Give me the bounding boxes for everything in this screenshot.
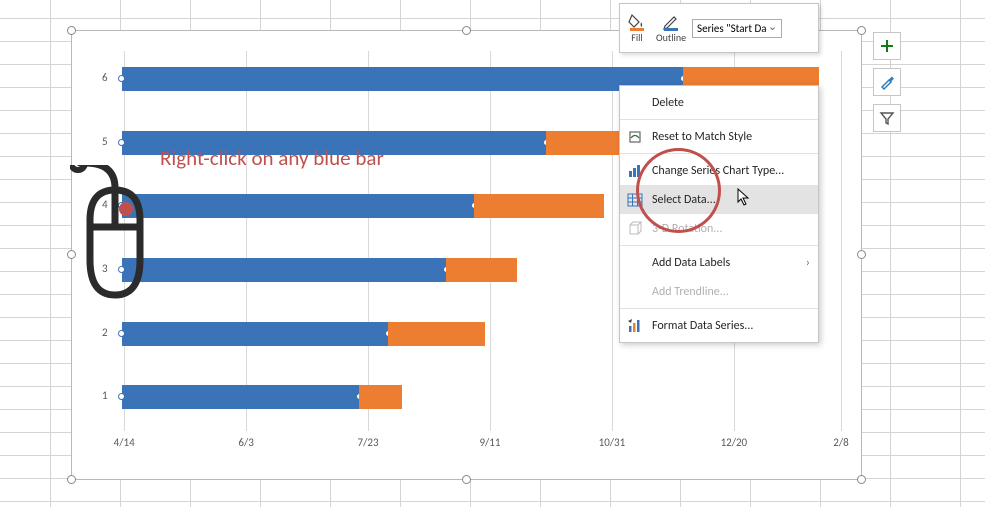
series-select-dot bbox=[118, 75, 125, 82]
chart-elements-button[interactable] bbox=[873, 32, 901, 60]
series-start-date-bar[interactable] bbox=[122, 322, 388, 346]
menu-separator bbox=[620, 153, 818, 154]
menu-label: Reset to Match Style bbox=[652, 130, 752, 144]
chart-handle[interactable] bbox=[462, 475, 471, 484]
plus-icon bbox=[879, 38, 895, 54]
chart-handle[interactable] bbox=[462, 26, 471, 35]
mouse-right-click-icon bbox=[70, 165, 160, 305]
x-tick: 9/11 bbox=[479, 436, 500, 449]
series-duration-bar[interactable] bbox=[359, 385, 402, 409]
gridline bbox=[246, 51, 247, 431]
context-menu: Delete Reset to Match Style Change Serie… bbox=[619, 85, 819, 343]
menu-label: Change Series Chart Type... bbox=[652, 164, 784, 178]
menu-add-data-labels[interactable]: Add Data Labels › bbox=[620, 248, 818, 277]
x-tick: 7/23 bbox=[358, 436, 379, 449]
menu-format-data-series[interactable]: Format Data Series... bbox=[620, 311, 818, 340]
menu-add-trendline: Add Trendline... bbox=[620, 277, 818, 306]
series-select-dot bbox=[118, 330, 125, 337]
chart-handle[interactable] bbox=[67, 26, 76, 35]
menu-label: Format Data Series... bbox=[652, 319, 753, 333]
series-start-date-bar[interactable] bbox=[122, 194, 474, 218]
gridline bbox=[841, 51, 842, 431]
y-tick: 1 bbox=[102, 389, 108, 402]
select-data-icon bbox=[626, 191, 644, 209]
y-tick: 2 bbox=[102, 326, 108, 339]
instruction-annotation: Right-click on any blue bar bbox=[160, 145, 384, 171]
series-start-date-bar[interactable] bbox=[122, 67, 683, 91]
mini-toolbar: Fill Outline Series "Start Da bbox=[619, 3, 819, 53]
chart-styles-button[interactable] bbox=[873, 68, 901, 96]
menu-delete[interactable]: Delete bbox=[620, 88, 818, 117]
series-selector-dropdown[interactable]: Series "Start Da bbox=[692, 19, 782, 38]
chart-filters-button[interactable] bbox=[873, 104, 901, 132]
chart-type-icon bbox=[626, 162, 644, 180]
menu-label: 3-D Rotation... bbox=[652, 222, 722, 236]
outline-label: Outline bbox=[656, 31, 686, 44]
funnel-icon bbox=[879, 110, 895, 126]
rotation-3d-icon bbox=[626, 220, 644, 238]
fill-button[interactable]: Fill bbox=[624, 11, 650, 46]
menu-label: Add Trendline... bbox=[652, 285, 729, 299]
blank-icon bbox=[626, 283, 644, 301]
menu-reset-style[interactable]: Reset to Match Style bbox=[620, 122, 818, 151]
y-tick: 5 bbox=[102, 135, 108, 148]
series-select-dot bbox=[118, 139, 125, 146]
fill-label: Fill bbox=[631, 31, 642, 44]
series-duration-bar[interactable] bbox=[388, 322, 485, 346]
x-tick: 2/8 bbox=[833, 436, 848, 449]
gridline bbox=[612, 51, 613, 431]
chart-handle[interactable] bbox=[67, 475, 76, 484]
bar-row: 1 bbox=[122, 385, 841, 409]
submenu-arrow-icon: › bbox=[806, 256, 810, 270]
series-duration-bar[interactable] bbox=[446, 258, 518, 282]
menu-label: Delete bbox=[652, 96, 684, 110]
blank-icon bbox=[626, 254, 644, 272]
series-duration-bar[interactable] bbox=[474, 194, 603, 218]
chart-side-buttons bbox=[873, 32, 901, 132]
reset-style-icon bbox=[626, 128, 644, 146]
gridline bbox=[490, 51, 491, 431]
format-series-icon bbox=[626, 317, 644, 335]
fill-bucket-icon bbox=[628, 13, 646, 31]
y-tick: 6 bbox=[102, 71, 108, 84]
chart-handle[interactable] bbox=[857, 250, 866, 259]
x-tick: 12/20 bbox=[721, 436, 748, 449]
menu-change-chart-type[interactable]: Change Series Chart Type... bbox=[620, 156, 818, 185]
menu-separator bbox=[620, 119, 818, 120]
series-select-dot bbox=[118, 393, 125, 400]
x-tick: 6/3 bbox=[238, 436, 253, 449]
series-start-date-bar[interactable] bbox=[122, 258, 446, 282]
outline-button[interactable]: Outline bbox=[652, 11, 690, 46]
x-tick: 10/31 bbox=[599, 436, 626, 449]
menu-label: Select Data... bbox=[652, 193, 716, 207]
menu-3d-rotation: 3-D Rotation... bbox=[620, 214, 818, 243]
pen-outline-icon bbox=[662, 13, 680, 31]
gridline bbox=[368, 51, 369, 431]
chart-handle[interactable] bbox=[857, 475, 866, 484]
paintbrush-icon bbox=[879, 74, 895, 90]
series-start-date-bar[interactable] bbox=[122, 385, 359, 409]
menu-select-data[interactable]: Select Data... bbox=[620, 185, 818, 214]
menu-separator bbox=[620, 308, 818, 309]
series-selector-text: Series "Start Da bbox=[697, 22, 766, 35]
menu-label: Add Data Labels bbox=[652, 256, 730, 270]
blank-icon bbox=[626, 94, 644, 112]
menu-separator bbox=[620, 245, 818, 246]
x-tick: 4/14 bbox=[114, 436, 135, 449]
chart-handle[interactable] bbox=[857, 26, 866, 35]
